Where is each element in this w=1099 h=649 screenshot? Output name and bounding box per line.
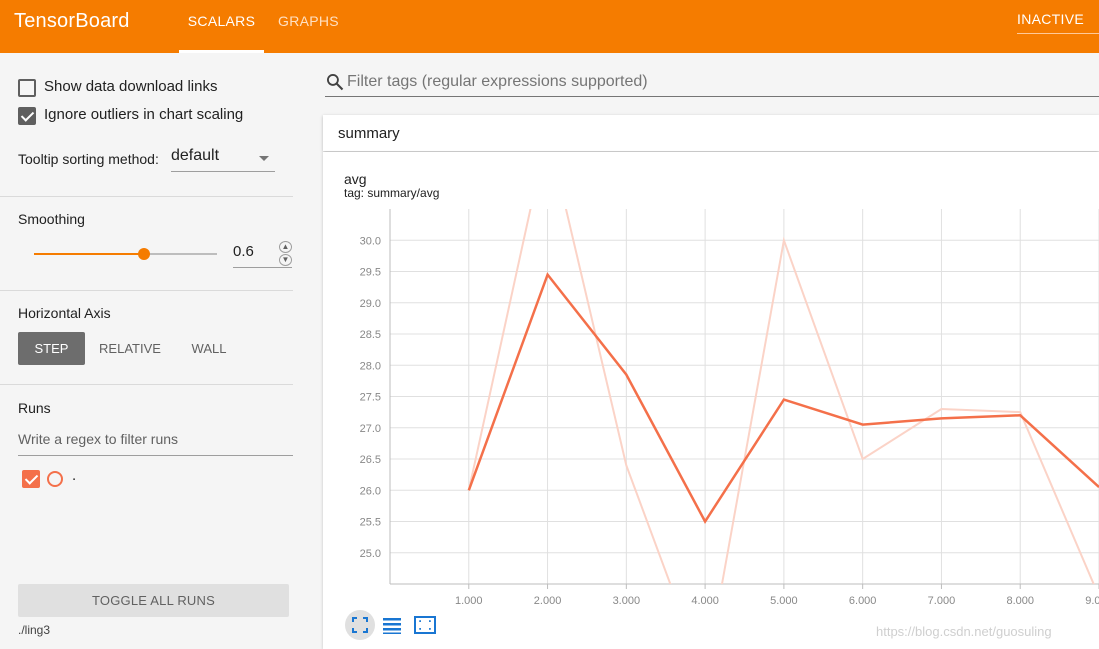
- x-tick-label: 9.000: [1085, 595, 1099, 607]
- runs-filter-input[interactable]: Write a regex to filter runs: [18, 431, 293, 456]
- y-tick-label: 30.0: [360, 235, 381, 247]
- show-download-links-label: Show data download links: [44, 78, 218, 95]
- section-divider: [0, 384, 293, 385]
- category-title: summary: [338, 125, 400, 142]
- run-name: .: [72, 467, 77, 484]
- x-tick-label: 7.000: [928, 595, 956, 607]
- y-tick-label: 25.0: [360, 548, 381, 560]
- x-tick-label: 8.000: [1006, 595, 1034, 607]
- ignore-outliers-checkbox[interactable]: [18, 107, 36, 125]
- fit-domain-icon: [352, 617, 368, 633]
- fit-domain-button[interactable]: [345, 610, 375, 640]
- runs-label: Runs: [18, 400, 51, 416]
- line-chart[interactable]: 25.0 25.5 26.0 26.5 27.0 27.5 28.0 28.5 29.0 29.5…: [323, 152, 1099, 649]
- smoothing-slider-thumb[interactable]: [137, 248, 150, 260]
- smoothing-value: 0.6: [233, 243, 254, 260]
- section-divider: [0, 290, 293, 291]
- search-icon: [327, 74, 344, 91]
- runs-filter-placeholder: Write a regex to filter runs: [18, 431, 179, 447]
- run-radio-button[interactable]: [47, 471, 63, 487]
- app-title: TensorBoard: [14, 10, 130, 32]
- top-bar: TensorBoard SCALARS GRAPHS INACTIVE: [0, 0, 1099, 53]
- y-tick-label: 25.5: [360, 517, 381, 529]
- tab-scalars[interactable]: SCALARS: [179, 13, 264, 29]
- x-tick-label: 1.000: [455, 595, 483, 607]
- axis-relative-button[interactable]: RELATIVE: [95, 332, 165, 365]
- show-download-links-checkbox[interactable]: [18, 79, 36, 97]
- y-tick-label: 26.5: [360, 454, 381, 466]
- chevron-down-icon: [259, 156, 269, 161]
- axis-step-button[interactable]: STEP: [18, 332, 85, 365]
- y-tick-label: 27.5: [360, 392, 381, 404]
- toggle-all-runs-button[interactable]: TOGGLE ALL RUNS: [18, 584, 289, 617]
- ignore-outliers-label: Ignore outliers in chart scaling: [44, 106, 244, 123]
- chart-card: avg tag: summary/avg 25.0 25.5 26.0 26.5 27.…: [323, 152, 1099, 649]
- log-scale-icon: [383, 618, 401, 634]
- tag-filter-input[interactable]: Filter tags (regular expressions support…: [347, 73, 648, 91]
- increment-icon[interactable]: ▲: [279, 241, 292, 253]
- watermark: https://blog.csdn.net/guosuling: [876, 624, 1052, 639]
- tooltip-sorting-value: default: [171, 147, 220, 164]
- section-divider: [0, 196, 293, 197]
- smoothing-slider-fill: [34, 253, 144, 255]
- y-tick-label: 27.0: [360, 423, 381, 435]
- plugin-status-selector[interactable]: INACTIVE: [1017, 11, 1084, 27]
- horizontal-axis-label: Horizontal Axis: [18, 305, 111, 321]
- smoothing-input[interactable]: 0.6 ▲ ▼: [233, 241, 292, 268]
- status-underline: [1017, 33, 1099, 34]
- logdir-label: ./ling3: [18, 623, 51, 637]
- sidebar: Show data download links Ignore outliers…: [0, 53, 308, 649]
- tab-graphs[interactable]: GRAPHS: [278, 13, 339, 29]
- x-tick-label: 3.000: [613, 595, 641, 607]
- axis-wall-button[interactable]: WALL: [180, 332, 238, 365]
- x-tick-label: 6.000: [849, 595, 877, 607]
- y-tick-label: 29.5: [360, 267, 381, 279]
- tag-filter-underline: [325, 96, 1099, 97]
- y-tick-label: 29.0: [360, 298, 381, 310]
- data-selection-button[interactable]: [412, 612, 438, 638]
- y-tick-label: 26.0: [360, 485, 381, 497]
- tooltip-sorting-select[interactable]: default: [171, 147, 275, 172]
- y-tick-label: 28.5: [360, 329, 381, 341]
- category-pane-header[interactable]: summary: [323, 115, 1099, 151]
- x-tick-label: 5.000: [770, 595, 798, 607]
- decrement-icon[interactable]: ▼: [279, 254, 292, 266]
- smoothing-slider[interactable]: [34, 248, 217, 260]
- x-tick-label: 4.000: [691, 595, 719, 607]
- data-selection-icon: [414, 616, 436, 634]
- smoothing-label: Smoothing: [18, 211, 85, 227]
- x-tick-label: 2.000: [534, 595, 562, 607]
- run-checkbox[interactable]: [22, 470, 40, 488]
- y-tick-label: 28.0: [360, 360, 381, 372]
- tooltip-sorting-label: Tooltip sorting method:: [18, 151, 159, 167]
- log-scale-button[interactable]: [380, 612, 406, 638]
